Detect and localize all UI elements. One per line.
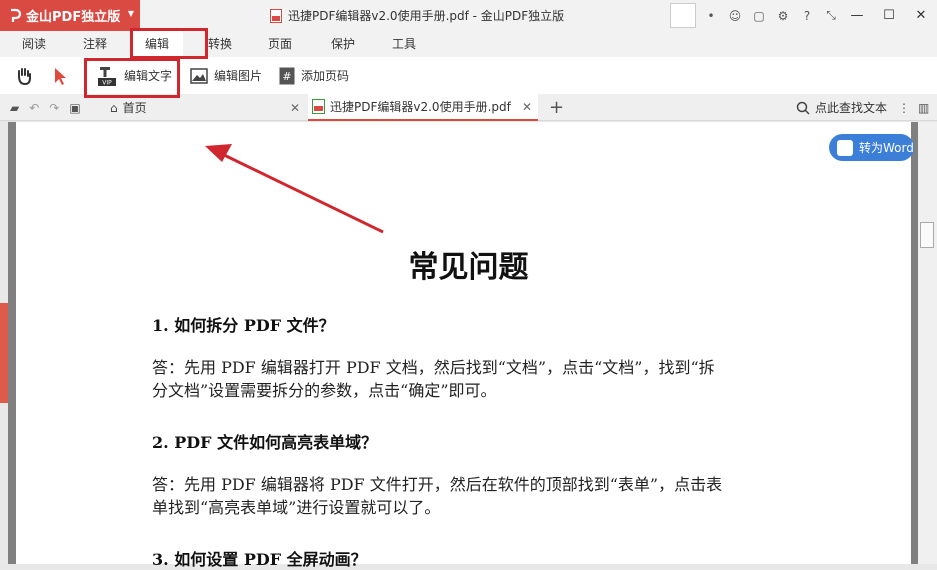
arrow-head-icon: [205, 144, 232, 162]
annotation-arrow: [205, 144, 384, 234]
arrow-line: [221, 152, 384, 234]
